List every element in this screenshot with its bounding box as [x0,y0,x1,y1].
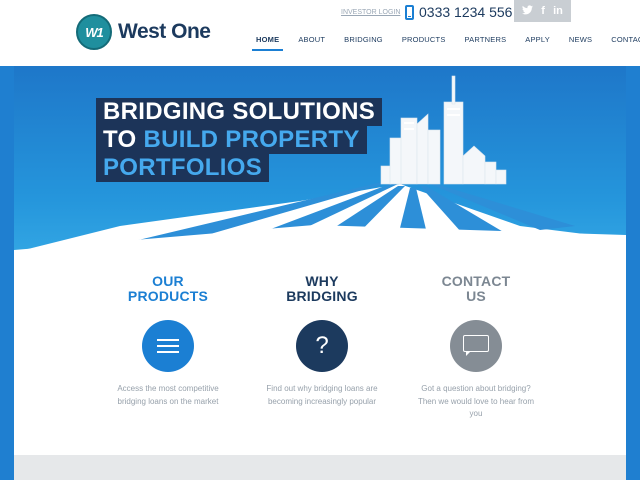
phone-number: 0333 1234 556 [419,4,512,20]
feature-why-bridging[interactable]: WHY BRIDGING ? Find out why bridging loa… [262,274,382,408]
nav-news[interactable]: NEWS [565,31,596,49]
phone-contact: 0333 1234 556 [405,4,512,20]
social-links: f in [514,0,571,22]
feature-title-line-2: US [416,289,536,304]
phone-icon [405,5,414,20]
nav-products[interactable]: PRODUCTS [398,31,450,49]
headline-line-2-prefix: TO [103,126,143,153]
logo[interactable]: W1 West One [76,14,210,50]
feature-description: Access the most competitive bridging loa… [108,383,228,408]
feature-title-line-1: WHY [262,274,382,289]
facebook-icon[interactable]: f [541,5,545,17]
left-side-stripe [0,66,14,480]
feature-description: Got a question about bridging? Then we w… [416,383,536,421]
right-side-stripe [626,66,640,480]
feature-contact-us[interactable]: CONTACT US Got a question about bridging… [416,274,536,421]
feature-our-products[interactable]: OUR PRODUCTS Access the most competitive… [108,274,228,408]
feature-title-line-1: CONTACT [416,274,536,289]
main-nav: HOME ABOUT BRIDGING PRODUCTS PARTNERS AP… [252,31,640,49]
nav-apply[interactable]: APPLY [521,31,554,49]
speech-bubble-icon[interactable] [450,320,502,372]
investor-login-link[interactable]: INVESTOR LOGIN [341,9,400,16]
question-icon[interactable]: ? [296,320,348,372]
question-glyph: ? [296,320,348,372]
bubble-body [463,335,489,352]
bubble-tail [466,351,471,356]
logo-name: West One [118,20,210,44]
feature-title-line-2: PRODUCTS [108,289,228,304]
headline-line-2-accent: BUILD PROPERTY [143,126,359,153]
headline-line-2: TO BUILD PROPERTY [96,126,367,154]
list-icon[interactable] [142,320,194,372]
footer-band [14,455,626,480]
feature-title: OUR PRODUCTS [108,274,228,304]
twitter-icon[interactable] [522,5,533,18]
nav-contact[interactable]: CONTACT [607,31,640,49]
nav-about[interactable]: ABOUT [294,31,329,49]
nav-bridging[interactable]: BRIDGING [340,31,387,49]
feature-title: CONTACT US [416,274,536,304]
nav-home[interactable]: HOME [252,31,283,49]
logo-mark: W1 [76,14,112,50]
site-header: W1 West One INVESTOR LOGIN 0333 1234 556… [0,0,640,66]
feature-description: Find out why bridging loans are becoming… [262,383,382,408]
feature-title-line-1: OUR [108,274,228,289]
feature-title: WHY BRIDGING [262,274,382,304]
linkedin-icon[interactable]: in [553,5,563,17]
feature-title-line-2: BRIDGING [262,289,382,304]
headline-line-3: PORTFOLIOS [96,154,269,182]
nav-partners[interactable]: PARTNERS [461,31,511,49]
headline-line-1: BRIDGING SOLUTIONS [96,98,382,126]
headline-line-3-text: PORTFOLIOS [103,154,262,181]
hero-headline: BRIDGING SOLUTIONS TO BUILD PROPERTY POR… [96,98,382,182]
